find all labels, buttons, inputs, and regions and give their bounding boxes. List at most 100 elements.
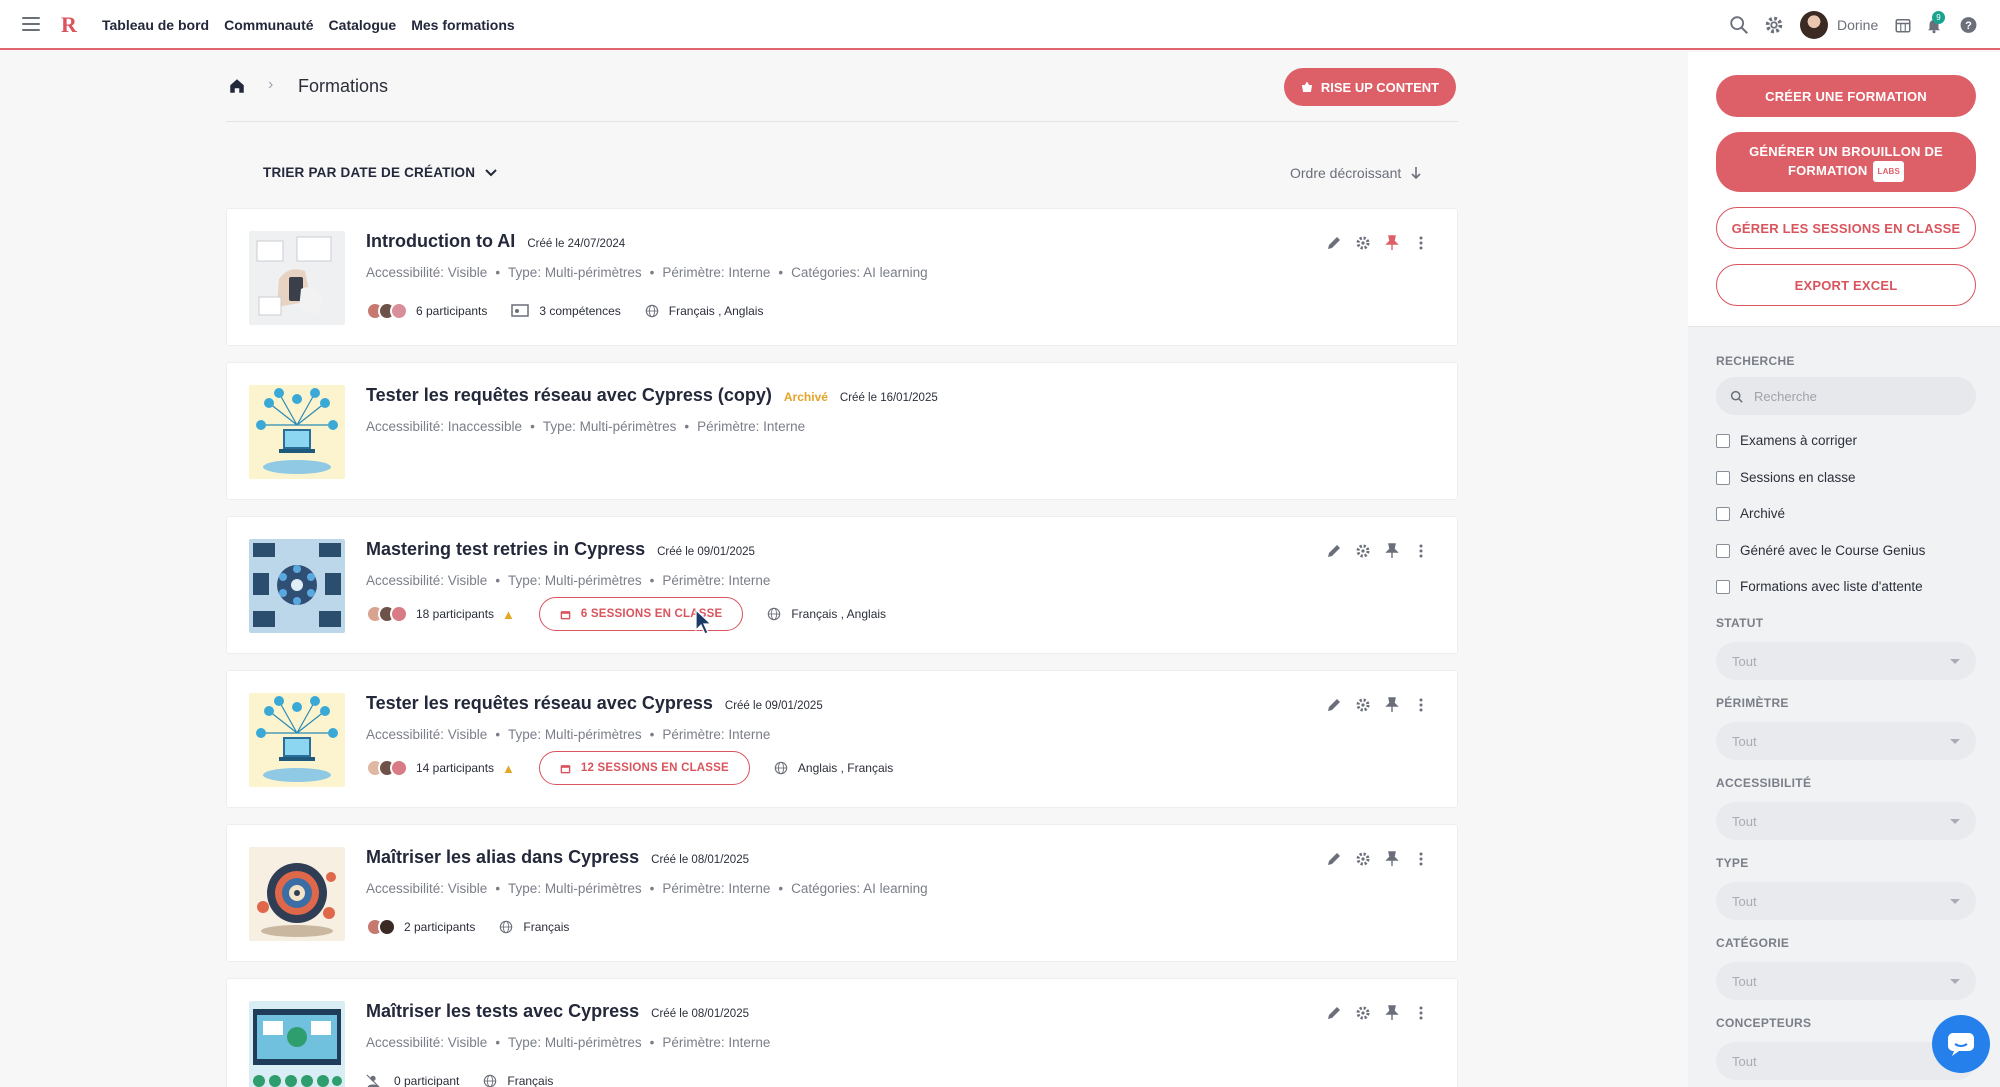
course-title[interactable]: Tester les requêtes réseau avec Cypress C… <box>366 693 823 714</box>
course-date: Créé le 08/01/2025 <box>651 854 749 866</box>
select-status[interactable]: Tout <box>1716 642 1976 680</box>
pin-icon[interactable] <box>1384 697 1400 713</box>
caret-down-icon <box>1950 978 1960 984</box>
competences-icon <box>511 304 530 317</box>
generate-draft-label: GÉNÉRER UN BROUILLON DE FORMATION <box>1749 143 1943 178</box>
more-icon[interactable] <box>1413 697 1429 713</box>
course-card[interactable]: Mastering test retries in Cypress Créé le… <box>226 516 1458 654</box>
app-logo[interactable]: R <box>61 12 77 38</box>
checkbox[interactable] <box>1716 470 1730 485</box>
course-card[interactable]: Tester les requêtes réseau avec Cypress … <box>226 362 1458 500</box>
checkbox[interactable] <box>1716 543 1730 558</box>
checkbox-sessions[interactable]: Sessions en classe <box>1716 470 1856 485</box>
competences-count: 3 compétences <box>539 304 621 318</box>
gear-icon[interactable] <box>1763 14 1785 36</box>
edit-icon[interactable] <box>1326 543 1342 559</box>
sessions-label: 12 SESSIONS EN CLASSE <box>580 762 729 774</box>
gear-icon[interactable] <box>1355 1005 1371 1021</box>
nav-catalog[interactable]: Catalogue <box>329 17 397 33</box>
globe-icon <box>645 304 659 318</box>
notification-badge: 9 <box>1932 11 1945 24</box>
globe-icon <box>500 920 513 934</box>
chat-button[interactable] <box>1932 1015 1990 1073</box>
course-actions <box>1326 1005 1429 1021</box>
warning-icon: ▲ <box>502 606 515 622</box>
course-title[interactable]: Maîtriser les alias dans Cypress Créé le … <box>366 847 749 868</box>
course-thumbnail <box>249 539 345 633</box>
checkbox[interactable] <box>1716 433 1730 448</box>
checkbox-exams[interactable]: Examens à corriger <box>1716 433 1857 448</box>
rise-up-content-button[interactable]: RISE UP CONTENT <box>1284 68 1456 106</box>
more-icon[interactable] <box>1413 1005 1429 1021</box>
calendar-icon <box>560 764 571 773</box>
course-card[interactable]: Introduction to AI Créé le 24/07/2024 Acc… <box>226 208 1458 346</box>
generate-draft-button[interactable]: GÉNÉRER UN BROUILLON DE FORMATION LABS <box>1716 132 1976 192</box>
participants-count: 6 participants <box>416 304 488 318</box>
select-perimeter[interactable]: Tout <box>1716 722 1976 760</box>
course-title[interactable]: Mastering test retries in Cypress Créé le… <box>366 539 755 560</box>
course-title[interactable]: Maîtriser les tests avec Cypress Créé le … <box>366 1001 749 1022</box>
course-card[interactable]: Tester les requêtes réseau avec Cypress C… <box>226 670 1458 808</box>
sort-order-toggle[interactable]: Ordre décroissant <box>1290 165 1421 181</box>
course-card[interactable]: Maîtriser les alias dans Cypress Créé le … <box>226 824 1458 962</box>
nav-dashboard[interactable]: Tableau de bord <box>102 17 209 33</box>
sort-label: TRIER PAR DATE DE CRÉATION <box>263 165 476 180</box>
caret-down-icon <box>1950 738 1960 744</box>
search-icon[interactable] <box>1728 14 1750 36</box>
gear-icon[interactable] <box>1355 235 1371 251</box>
more-icon[interactable] <box>1413 235 1429 251</box>
chat-icon <box>1948 1033 1974 1056</box>
edit-icon[interactable] <box>1326 235 1342 251</box>
participant-avatars <box>366 918 396 936</box>
course-title[interactable]: Tester les requêtes réseau avec Cypress … <box>366 385 938 406</box>
globe-icon <box>774 761 788 775</box>
checkbox-waitlist[interactable]: Formations avec liste d'attente <box>1716 579 1923 594</box>
edit-icon[interactable] <box>1326 851 1342 867</box>
course-date: Créé le 09/01/2025 <box>657 546 755 558</box>
course-actions <box>1326 235 1429 251</box>
sort-order-label: Ordre décroissant <box>1290 165 1402 181</box>
search-input[interactable] <box>1716 377 1976 415</box>
create-course-button[interactable]: CRÉER UNE FORMATION <box>1716 75 1976 117</box>
nav-community[interactable]: Communauté <box>224 17 313 33</box>
no-participant-icon <box>366 1074 380 1087</box>
menu-icon[interactable] <box>22 15 40 33</box>
select-category[interactable]: Tout <box>1716 962 1976 1000</box>
checkbox[interactable] <box>1716 579 1730 594</box>
participant-avatars <box>366 605 408 623</box>
checkbox-archived[interactable]: Archivé <box>1716 506 1785 521</box>
calendar-icon[interactable] <box>1894 14 1912 36</box>
gear-icon[interactable] <box>1355 851 1371 867</box>
home-icon[interactable] <box>228 77 246 95</box>
avatar[interactable] <box>1800 11 1828 39</box>
checkbox-course-genius[interactable]: Généré avec le Course Genius <box>1716 543 1925 558</box>
pin-icon[interactable] <box>1384 851 1400 867</box>
username[interactable]: Dorine <box>1837 17 1878 33</box>
filter-label-type: TYPE <box>1716 856 1749 870</box>
languages: Français <box>507 1074 554 1087</box>
pin-icon[interactable] <box>1384 543 1400 559</box>
select-type[interactable]: Tout <box>1716 882 1976 920</box>
gear-icon[interactable] <box>1355 543 1371 559</box>
pin-icon[interactable] <box>1384 235 1400 251</box>
edit-icon[interactable] <box>1326 697 1342 713</box>
gear-icon[interactable] <box>1355 697 1371 713</box>
course-card[interactable]: Maîtriser les tests avec Cypress Créé le … <box>226 978 1458 1087</box>
course-actions <box>1326 851 1429 867</box>
manage-sessions-button[interactable]: GÉRER LES SESSIONS EN CLASSE <box>1716 207 1976 249</box>
nav-my-courses[interactable]: Mes formations <box>411 17 514 33</box>
checkbox[interactable] <box>1716 506 1730 521</box>
select-accessibility[interactable]: Tout <box>1716 802 1976 840</box>
edit-icon[interactable] <box>1326 1005 1342 1021</box>
more-icon[interactable] <box>1413 851 1429 867</box>
languages: Anglais , Français <box>797 761 894 775</box>
sort-dropdown[interactable]: TRIER PAR DATE DE CRÉATION <box>263 165 497 180</box>
languages: Français <box>523 920 570 934</box>
help-icon[interactable]: ? <box>1959 14 1978 36</box>
course-title[interactable]: Introduction to AI Créé le 24/07/2024 <box>366 231 625 252</box>
classroom-sessions-button[interactable]: 12 SESSIONS EN CLASSE <box>538 751 750 785</box>
filter-label-designers: CONCEPTEURS <box>1716 1016 1812 1030</box>
export-excel-button[interactable]: EXPORT EXCEL <box>1716 264 1976 306</box>
pin-icon[interactable] <box>1384 1005 1400 1021</box>
more-icon[interactable] <box>1413 543 1429 559</box>
